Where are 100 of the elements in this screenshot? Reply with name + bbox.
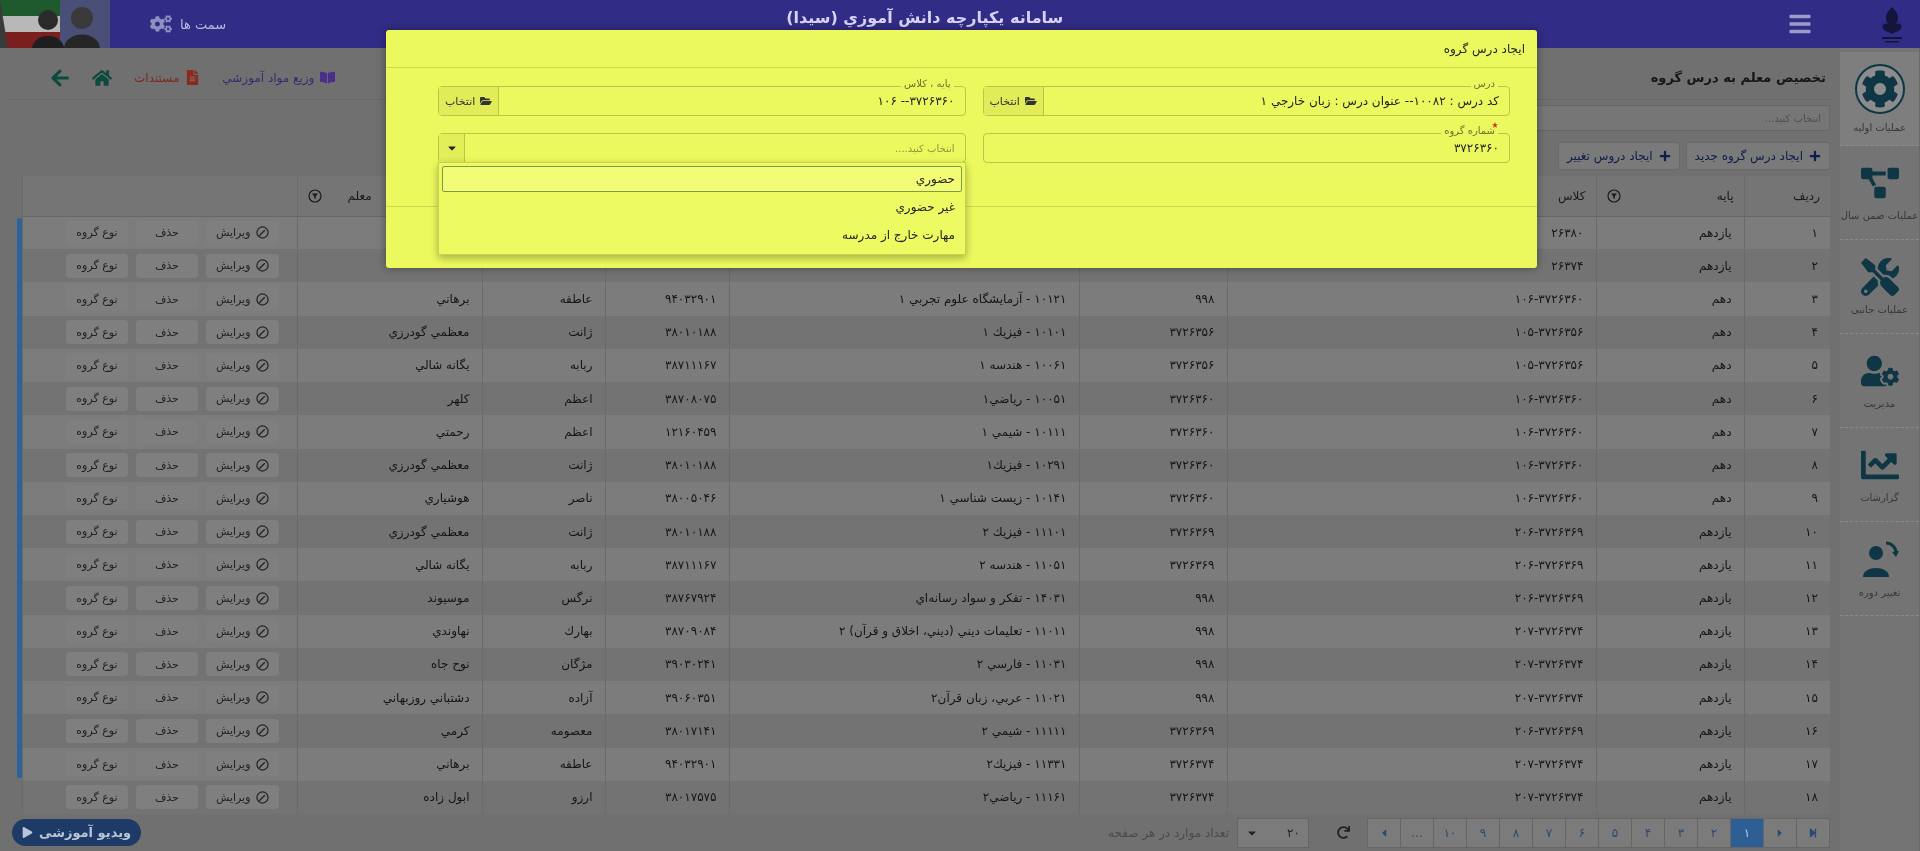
edit-button[interactable]: ویرایش <box>205 220 279 245</box>
sidebar-item[interactable]: عملیات ضمن سال <box>1840 146 1919 240</box>
delete-button[interactable]: حذف <box>135 353 198 378</box>
page-button[interactable]: ۵ <box>1598 817 1632 848</box>
dropdown-option[interactable]: غير حضوري <box>442 194 962 220</box>
edit-button[interactable]: ویرایش <box>205 619 279 644</box>
edit-button[interactable]: ویرایش <box>205 552 279 577</box>
gears-icon <box>150 13 172 35</box>
group-type-button[interactable]: نوع گروه <box>65 419 128 444</box>
more-pages-button[interactable]: ... <box>1400 817 1434 848</box>
edit-button[interactable]: ویرایش <box>205 453 279 478</box>
edit-button[interactable]: ویرایش <box>205 386 279 411</box>
edit-button[interactable]: ویرایش <box>205 652 279 677</box>
delete-button[interactable]: حذف <box>135 785 198 810</box>
delete-button[interactable]: حذف <box>135 453 198 478</box>
create-button[interactable]: ایجاد دروس تغییر <box>1557 142 1680 170</box>
delete-button[interactable]: حذف <box>135 287 198 312</box>
delete-button[interactable]: حذف <box>135 253 198 278</box>
delete-button[interactable]: حذف <box>135 718 198 743</box>
delete-button[interactable]: حذف <box>135 552 198 577</box>
sidebar-item[interactable]: تغییر دوره <box>1840 522 1919 616</box>
dropdown-option[interactable]: مهارت خارج از مدرسه <box>442 222 962 248</box>
delete-button[interactable]: حذف <box>135 419 198 444</box>
page-size-select[interactable]: ۲۰ <box>1237 817 1309 848</box>
sidebar-item[interactable]: مدیریت <box>1840 334 1919 428</box>
edit-button[interactable]: ویرایش <box>205 419 279 444</box>
delete-button[interactable]: حذف <box>135 752 198 777</box>
page-button[interactable]: ۲ <box>1697 817 1731 848</box>
group-type-button[interactable]: نوع گروه <box>65 785 128 810</box>
delete-button[interactable]: حذف <box>135 220 198 245</box>
delete-button[interactable]: حذف <box>135 619 198 644</box>
group-type-button[interactable]: نوع گروه <box>65 586 128 610</box>
table-cell: ۳۸۰۱۷۵۷۵ <box>605 780 729 814</box>
sidebar-item[interactable]: عملیات جانبی <box>1840 240 1919 334</box>
group-type-button[interactable]: نوع گروه <box>65 718 128 743</box>
table-cell: هوشياري <box>297 481 482 515</box>
group-type-button[interactable]: نوع گروه <box>65 353 128 378</box>
group-type-button[interactable]: نوع گروه <box>65 619 128 644</box>
delete-button[interactable]: حذف <box>135 685 198 710</box>
refresh-icon[interactable] <box>1337 826 1350 839</box>
delete-button[interactable]: حذف <box>135 320 198 345</box>
edit-button[interactable]: ویرایش <box>205 253 279 278</box>
edit-button[interactable]: ویرایش <box>205 785 279 810</box>
create-button[interactable]: ایجاد درس گروه جدید <box>1685 142 1830 170</box>
dropdown-option[interactable]: حضوري <box>442 166 962 192</box>
edit-button[interactable]: ویرایش <box>205 718 279 743</box>
dropdown-button[interactable] <box>439 134 465 162</box>
group-type-button[interactable]: نوع گروه <box>65 287 128 312</box>
group-type-button[interactable]: نوع گروه <box>65 519 128 544</box>
delete-button[interactable]: حذف <box>135 519 198 544</box>
choose-button[interactable]: انتخاب <box>983 87 1044 115</box>
group-type-button[interactable]: نوع گروه <box>65 652 128 677</box>
group-type-button[interactable]: نوع گروه <box>65 552 128 577</box>
group-type-button[interactable]: نوع گروه <box>65 486 128 511</box>
sidebar-item[interactable]: عملیات اولیه <box>1840 52 1919 146</box>
group-type-button[interactable]: نوع گروه <box>65 386 128 411</box>
video-button[interactable]: ویدیو آموزشی <box>12 819 142 846</box>
roles-button[interactable]: سمت ها <box>150 13 227 35</box>
edit-button[interactable]: ویرایش <box>205 287 279 312</box>
back-button[interactable] <box>50 67 70 88</box>
group-type-button[interactable]: نوع گروه <box>65 453 128 478</box>
table-cell: یازدهم <box>1596 714 1744 748</box>
filter-icon[interactable] <box>307 188 322 203</box>
edit-button[interactable]: ویرایش <box>205 486 279 511</box>
group-type-button[interactable]: نوع گروه <box>65 685 128 710</box>
delete-button[interactable]: حذف <box>135 486 198 511</box>
page-button[interactable]: ۴ <box>1631 817 1665 848</box>
edit-icon <box>255 491 269 505</box>
delete-button[interactable]: حذف <box>135 386 198 411</box>
group-type-button[interactable]: نوع گروه <box>65 320 128 345</box>
edit-button[interactable]: ویرایش <box>205 586 279 610</box>
toolbar-link[interactable]: وزیع مواد آموزشي <box>222 70 336 85</box>
edit-button[interactable]: ویرایش <box>205 320 279 345</box>
delete-button[interactable]: حذف <box>135 652 198 677</box>
scrollbar[interactable] <box>16 218 22 778</box>
table-cell: ژانت <box>482 315 605 349</box>
edit-button[interactable]: ویرایش <box>205 353 279 378</box>
page-button[interactable]: ۷ <box>1532 817 1566 848</box>
home-button[interactable] <box>92 67 112 88</box>
previous-page-button[interactable] <box>1367 817 1401 848</box>
page-button[interactable]: ۱ <box>1730 817 1764 848</box>
sidebar-item[interactable]: گزارشات <box>1840 428 1919 522</box>
page-button[interactable]: ۱۰ <box>1433 817 1467 848</box>
last-page-button[interactable] <box>1796 817 1830 848</box>
gear-icon <box>1860 70 1899 108</box>
page-button[interactable]: ۳ <box>1664 817 1698 848</box>
group-type-button[interactable]: نوع گروه <box>65 752 128 777</box>
group-type-button[interactable]: نوع گروه <box>65 220 128 245</box>
menu-button[interactable] <box>1788 12 1812 36</box>
edit-button[interactable]: ویرایش <box>205 685 279 710</box>
page-button[interactable]: ۸ <box>1499 817 1533 848</box>
edit-button[interactable]: ویرایش <box>205 752 279 777</box>
page-button[interactable]: ۶ <box>1565 817 1599 848</box>
page-button[interactable]: ۹ <box>1466 817 1500 848</box>
delete-button[interactable]: حذف <box>135 586 198 610</box>
filter-icon[interactable] <box>1606 188 1621 203</box>
group-type-button[interactable]: نوع گروه <box>65 253 128 278</box>
next-page-button[interactable] <box>1763 817 1797 848</box>
choose-button[interactable]: انتخاب <box>439 87 499 115</box>
edit-button[interactable]: ویرایش <box>205 519 279 544</box>
